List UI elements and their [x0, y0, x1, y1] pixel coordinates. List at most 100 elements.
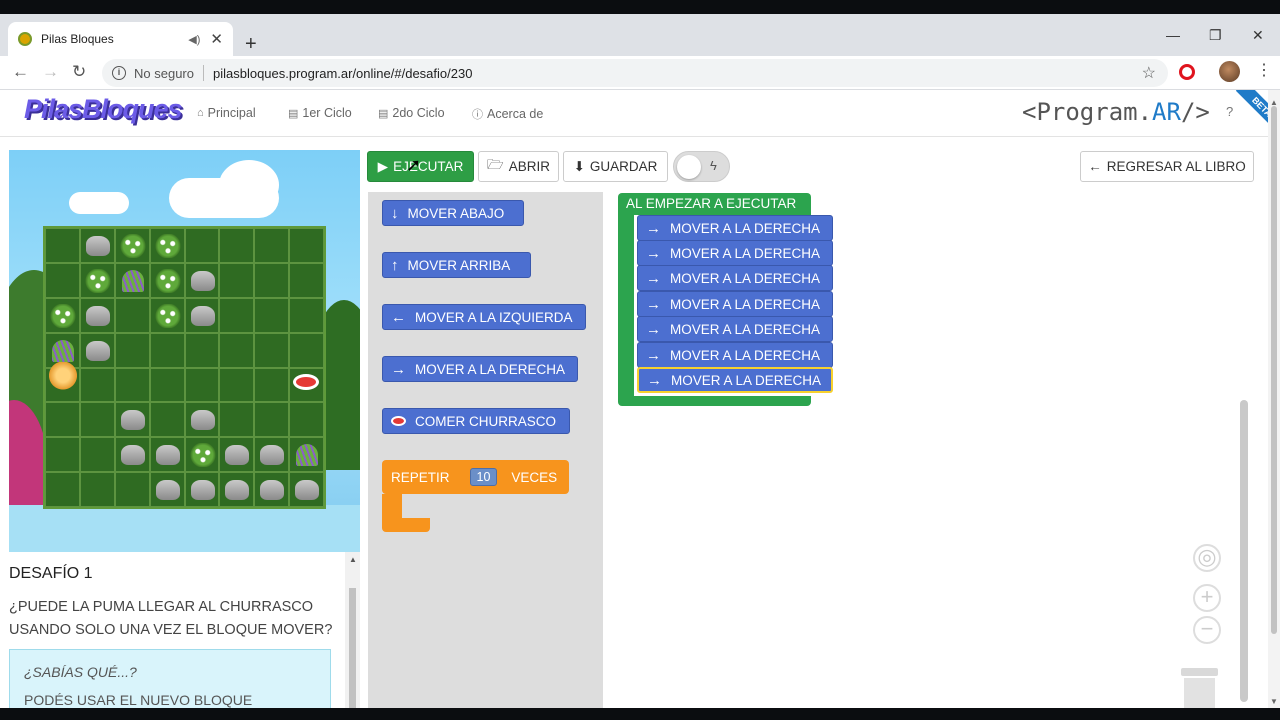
pilasbloques-logo[interactable]: PilasBloques — [24, 94, 183, 125]
close-window-button[interactable]: ✕ — [1252, 27, 1264, 44]
zoom-out-icon[interactable]: − — [1193, 616, 1221, 644]
restore-button[interactable]: ❐ — [1209, 27, 1222, 44]
arrow-right-icon: → — [647, 371, 662, 389]
browser-menu-icon[interactable]: ⋮ — [1256, 60, 1272, 80]
board-cell — [149, 437, 185, 473]
board-cell — [289, 228, 324, 263]
bush-icon — [84, 268, 111, 293]
board-cell — [289, 262, 324, 298]
move-left-block[interactable]: ← MOVER A LA IZQUIERDA — [382, 304, 586, 330]
rock-icon — [190, 270, 215, 291]
minimize-button[interactable]: — — [1166, 27, 1180, 43]
info-icon: ⓘ — [472, 109, 483, 121]
page-scrollbar[interactable]: ▲ ▼ — [1268, 90, 1280, 708]
back-to-book-button[interactable]: ← REGRESAR AL LIBRO — [1080, 151, 1254, 182]
board-cell — [45, 228, 80, 263]
address-toolbar: ← → ↻ i No seguro pilasbloques.program.a… — [0, 56, 1280, 90]
forward-arrow-icon[interactable]: → — [42, 62, 59, 82]
book-icon: ▤ — [288, 107, 299, 120]
browser-tab[interactable]: Pilas Bloques ◀) ✕ — [8, 22, 233, 56]
program-block-label: MOVER A LA DERECHA — [670, 270, 821, 286]
info-icon[interactable]: i — [112, 66, 126, 80]
program-block-6[interactable]: → MOVER A LA DERECHA — [637, 342, 833, 368]
app-header: PilasBloques ⌂ Principal ▤ 1er Ciclo ▤ 2… — [0, 90, 1268, 137]
bush-icon — [189, 443, 216, 468]
rock-icon — [190, 305, 215, 326]
omnibox-divider — [202, 65, 204, 81]
program-block-5[interactable]: → MOVER A LA DERECHA — [637, 316, 833, 342]
bush-icon — [154, 234, 181, 258]
challenge-scroll-thumb[interactable] — [349, 588, 356, 708]
program-block-4[interactable]: → MOVER A LA DERECHA — [637, 291, 833, 317]
board-cell — [219, 367, 255, 403]
omnibox[interactable]: i No seguro pilasbloques.program.ar/onli… — [102, 59, 1168, 87]
open-label: ABRIR — [508, 159, 550, 174]
move-right-block[interactable]: → MOVER A LA DERECHA — [382, 356, 578, 382]
tab-title: Pilas Bloques — [41, 32, 114, 46]
repeat-block[interactable]: REPETIR 10 VECES — [382, 460, 569, 494]
workspace-scrollbar[interactable] — [1240, 400, 1248, 702]
move-down-block[interactable]: ↓ MOVER ABAJO — [382, 200, 524, 226]
profile-avatar[interactable] — [1219, 61, 1240, 82]
folder-open-icon: 🗁 — [486, 157, 504, 172]
board-cell — [289, 437, 324, 473]
speaker-icon[interactable]: ◀) — [188, 33, 200, 46]
grass-icon — [121, 269, 144, 292]
home-icon: ⌂ — [197, 107, 204, 119]
close-tab-icon[interactable]: ✕ — [210, 30, 223, 48]
board-cell — [184, 297, 220, 333]
arrow-right-icon: → — [646, 346, 661, 364]
nav-acerca-de[interactable]: ⓘ Acerca de — [472, 106, 543, 122]
board-cell — [254, 472, 290, 507]
board-cell — [149, 367, 185, 403]
new-tab-button[interactable]: + — [245, 34, 257, 54]
challenge-title: DESAFÍO 1 — [9, 565, 93, 582]
arrow-right-icon: → — [646, 295, 661, 313]
zoom-in-icon[interactable]: + — [1193, 584, 1221, 612]
mouse-cursor-icon: ➚ — [406, 155, 422, 175]
board-cell — [184, 367, 220, 403]
save-button[interactable]: ⬇ GUARDAR — [563, 151, 668, 182]
url-text[interactable]: pilasbloques.program.ar/online/#/desafio… — [213, 66, 472, 81]
program-block-1[interactable]: → MOVER A LA DERECHA — [637, 215, 833, 241]
program-block-2[interactable]: → MOVER A LA DERECHA — [637, 240, 833, 266]
program-block-label: MOVER A LA DERECHA — [670, 245, 821, 261]
back-arrow-icon[interactable]: ← — [12, 62, 29, 82]
program-ar-logo[interactable]: <Program.AR/> — [1022, 98, 1210, 126]
window-top-edge — [0, 0, 1280, 14]
opera-extension-icon[interactable] — [1179, 64, 1195, 80]
game-scene[interactable] — [9, 150, 360, 552]
board-cell — [219, 437, 255, 473]
eat-churrasco-block[interactable]: COMER CHURRASCO — [382, 408, 570, 434]
bookmark-star-icon[interactable]: ☆ — [1142, 63, 1156, 83]
bush-icon — [154, 268, 181, 293]
board-cell — [45, 402, 80, 438]
rock-icon — [120, 445, 145, 466]
rock-icon — [260, 445, 285, 466]
arrow-right-icon: → — [646, 219, 661, 237]
scroll-down-icon[interactable]: ▼ — [1270, 697, 1278, 706]
board-cell — [254, 262, 290, 298]
download-icon: ⬇ — [573, 158, 585, 174]
nav-principal[interactable]: ⌂ Principal — [197, 106, 256, 120]
program-block-3[interactable]: → MOVER A LA DERECHA — [637, 265, 833, 291]
program-block-7-selected[interactable]: → MOVER A LA DERECHA — [637, 367, 833, 393]
board-cell — [184, 472, 220, 507]
repeat-count-input[interactable]: 10 — [469, 468, 498, 486]
scroll-up-icon[interactable]: ▲ — [349, 555, 357, 564]
reload-icon[interactable]: ↻ — [72, 62, 86, 82]
board-cell — [79, 297, 115, 333]
page-scroll-thumb[interactable] — [1271, 106, 1277, 634]
challenge-scrollbar[interactable]: ▲ — [345, 552, 360, 708]
toggle-knob — [677, 155, 701, 179]
trash-icon[interactable] — [1181, 668, 1218, 708]
trash-lid — [1181, 668, 1218, 676]
recenter-icon[interactable]: ◎ — [1193, 544, 1221, 572]
turbo-toggle[interactable]: ϟ — [673, 151, 730, 182]
nav-1er-ciclo[interactable]: ▤ 1er Ciclo — [288, 106, 352, 120]
save-label: GUARDAR — [589, 159, 658, 174]
open-button[interactable]: 🗁 ABRIR — [478, 151, 559, 182]
move-up-block[interactable]: ↑ MOVER ARRIBA — [382, 252, 531, 278]
program-block-label: MOVER A LA DERECHA — [670, 347, 821, 363]
nav-2do-ciclo[interactable]: ▤ 2do Ciclo — [378, 106, 445, 120]
